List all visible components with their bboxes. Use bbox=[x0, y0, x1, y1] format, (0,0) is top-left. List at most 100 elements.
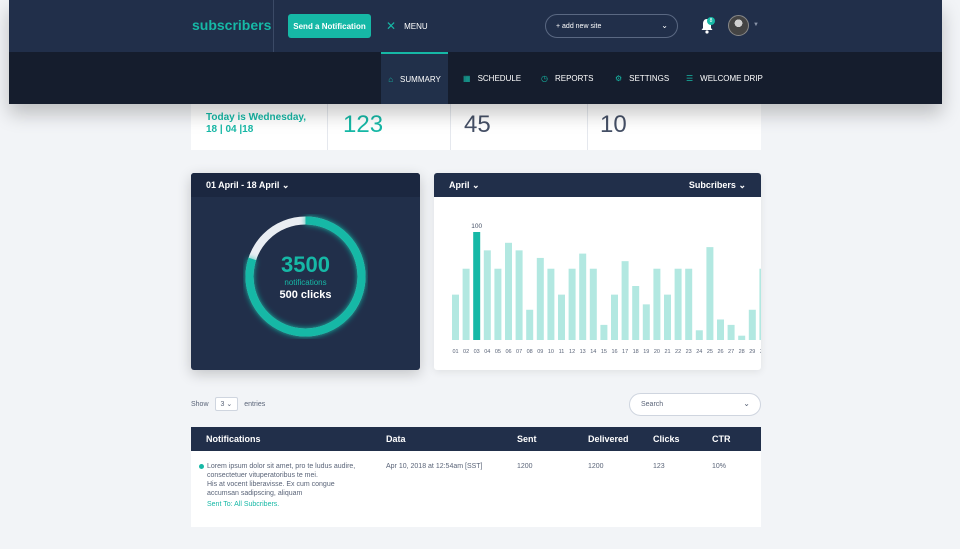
x-tick-label: 25 bbox=[707, 349, 713, 355]
site-select[interactable]: + add new site ⌄ bbox=[545, 14, 678, 38]
month-label: April bbox=[449, 179, 470, 190]
bar[interactable] bbox=[589, 268, 597, 340]
metric-dropdown[interactable]: Subcribers ⌄ bbox=[689, 180, 746, 191]
tab-summary[interactable]: ⌂ SUMMARY bbox=[381, 52, 448, 104]
tab-reports[interactable]: ◷ REPORTS bbox=[541, 52, 594, 104]
bar[interactable] bbox=[568, 268, 576, 340]
column-header[interactable]: CTR bbox=[712, 434, 731, 444]
x-tick-label: 22 bbox=[675, 349, 681, 355]
stat-value: 123 bbox=[343, 111, 384, 138]
bar[interactable] bbox=[695, 330, 703, 340]
x-tick-label: 03 bbox=[474, 349, 480, 355]
cell-ctr: 10% bbox=[712, 463, 727, 470]
x-tick-label: 04 bbox=[484, 349, 490, 355]
top-bar: subscribers Send a Notification ✕ MENU +… bbox=[9, 0, 942, 52]
message-line: consectetuer vituperatoribus te mei. bbox=[207, 472, 318, 479]
bar[interactable] bbox=[611, 294, 618, 340]
bar[interactable] bbox=[727, 324, 735, 340]
bar[interactable] bbox=[558, 294, 565, 340]
search-placeholder: Search bbox=[641, 401, 664, 408]
donut-total-label: notifications bbox=[284, 278, 327, 287]
notification-message: Lorem ipsum dolor sit amet, pro te ludus… bbox=[207, 462, 355, 498]
bar[interactable] bbox=[748, 309, 756, 340]
bar[interactable] bbox=[674, 268, 682, 340]
x-tick-label: 29 bbox=[749, 349, 755, 355]
bar[interactable] bbox=[536, 257, 544, 340]
column-header[interactable]: Delivered bbox=[588, 434, 629, 444]
month-dropdown[interactable]: April ⌄ bbox=[449, 180, 480, 191]
tab-schedule-label: SCHEDULE bbox=[477, 73, 522, 83]
bar[interactable] bbox=[653, 268, 661, 340]
entries-select[interactable]: 3 ⌄ bbox=[214, 397, 239, 411]
bar[interactable] bbox=[547, 268, 555, 340]
cell-clicks: 123 bbox=[653, 463, 665, 470]
home-icon: ⌂ bbox=[388, 74, 394, 84]
donut-card: 01 April - 18 April ⌄ 3500 notifications… bbox=[191, 173, 420, 370]
logo[interactable]: subscribers bbox=[192, 17, 271, 33]
tab-welcome-drip[interactable]: ☰ WELCOME DRIP bbox=[686, 52, 763, 104]
bar[interactable] bbox=[642, 304, 650, 340]
bar[interactable] bbox=[759, 268, 761, 340]
bar[interactable] bbox=[515, 250, 523, 340]
entries-label: entries bbox=[244, 400, 266, 408]
bar[interactable] bbox=[717, 319, 724, 340]
send-notification-button[interactable]: Send a Notification bbox=[288, 14, 371, 38]
x-tick-label: 18 bbox=[633, 349, 639, 355]
x-tick-label: 13 bbox=[580, 349, 586, 355]
stat-value: 10 bbox=[600, 111, 627, 138]
bar[interactable] bbox=[505, 242, 512, 340]
bar[interactable] bbox=[526, 309, 534, 340]
stat-card: 10 bbox=[588, 104, 761, 150]
bar[interactable] bbox=[494, 268, 502, 340]
column-header[interactable]: Notifications bbox=[206, 434, 261, 444]
avatar[interactable] bbox=[728, 15, 749, 36]
x-tick-label: 21 bbox=[664, 349, 670, 355]
x-tick-label: 06 bbox=[505, 349, 511, 355]
header-divider bbox=[273, 0, 274, 52]
bar-chart-card: April ⌄ Subcribers ⌄ 01 02 03 100 04 05 06 07 08… bbox=[434, 173, 761, 370]
gear-icon: ⚙ bbox=[615, 73, 623, 83]
tab-summary-label: SUMMARY bbox=[400, 74, 441, 84]
bar[interactable] bbox=[600, 324, 608, 340]
chevron-down-icon: ⌄ bbox=[472, 179, 480, 190]
x-tick-label: 16 bbox=[611, 349, 617, 355]
bar[interactable] bbox=[706, 247, 714, 340]
close-icon: ✕ bbox=[386, 19, 397, 33]
bar[interactable] bbox=[452, 294, 459, 340]
x-tick-label: 24 bbox=[696, 349, 702, 355]
table-header: Notifications Data Sent Delivered Clicks… bbox=[191, 427, 761, 451]
column-header[interactable]: Data bbox=[386, 434, 406, 444]
chevron-down-icon: ⌄ bbox=[281, 179, 290, 190]
cell-sent: 1200 bbox=[517, 463, 533, 470]
menu-toggle[interactable]: ✕ MENU bbox=[386, 20, 428, 32]
table-row[interactable]: Lorem ipsum dolor sit amet, pro te ludus… bbox=[191, 451, 761, 527]
sent-to-link[interactable]: Sent To: All Subcribers. bbox=[207, 501, 279, 508]
bar[interactable] bbox=[462, 268, 470, 340]
today-line-1: Today is Wednesday, bbox=[206, 112, 307, 123]
x-tick-label: 02 bbox=[463, 349, 469, 355]
message-line: His at vocent liberavisse. Ex cum congue bbox=[207, 481, 335, 488]
bar[interactable] bbox=[632, 286, 640, 340]
bar[interactable] bbox=[738, 335, 746, 340]
x-tick-label: 30 bbox=[760, 349, 761, 355]
avatar-chevron-icon[interactable]: ▼ bbox=[753, 22, 759, 28]
message-line: accumsan sadipscing, aliquam bbox=[207, 490, 303, 497]
donut-center: 3500 notifications 500 clicks bbox=[243, 252, 368, 301]
bar[interactable] bbox=[579, 253, 587, 340]
search-input[interactable]: Search ⌄ bbox=[629, 393, 761, 416]
bar[interactable] bbox=[685, 268, 693, 340]
app-header: subscribers Send a Notification ✕ MENU +… bbox=[9, 0, 942, 104]
chevron-down-icon: ⌄ bbox=[738, 179, 746, 190]
column-header[interactable]: Sent bbox=[517, 434, 537, 444]
bar[interactable] bbox=[473, 232, 481, 340]
list-icon: ☰ bbox=[686, 73, 694, 83]
date-range-dropdown[interactable]: 01 April - 18 April ⌄ bbox=[191, 173, 420, 197]
tab-settings[interactable]: ⚙ SETTINGS bbox=[615, 52, 669, 104]
tab-schedule[interactable]: ▦ SCHEDULE bbox=[463, 52, 521, 104]
bar[interactable] bbox=[664, 294, 671, 340]
column-header[interactable]: Clicks bbox=[653, 434, 680, 444]
bar[interactable] bbox=[621, 261, 629, 340]
menu-label: MENU bbox=[404, 21, 428, 31]
bar[interactable] bbox=[483, 250, 491, 340]
tab-reports-label: REPORTS bbox=[554, 73, 594, 83]
